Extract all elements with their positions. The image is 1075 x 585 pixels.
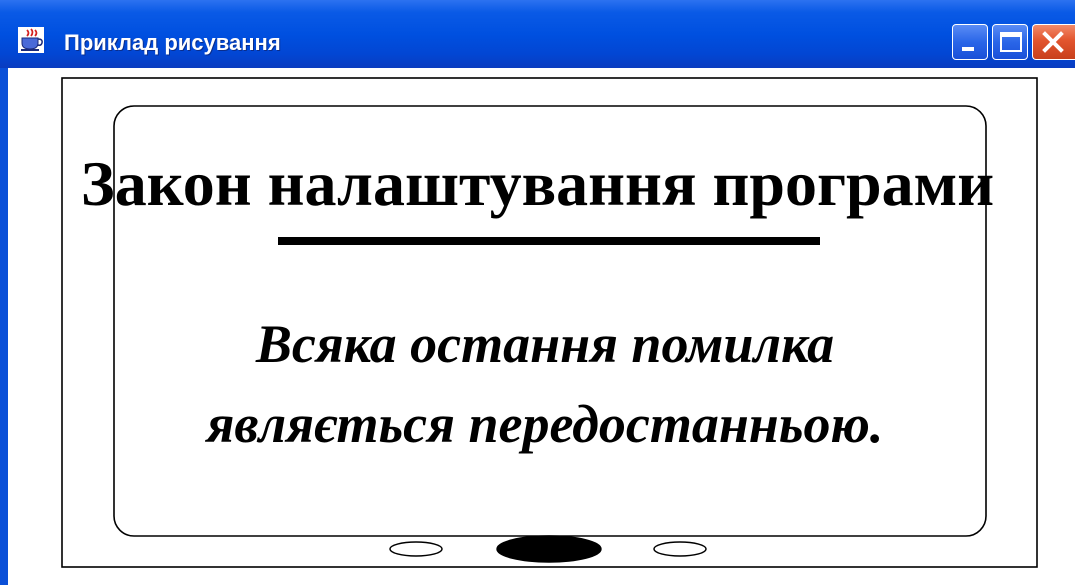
heading-underline	[278, 237, 820, 245]
drawing-heading: Закон налаштування програми	[80, 148, 995, 219]
left-indicator-light	[389, 541, 443, 557]
right-indicator-light	[653, 541, 707, 557]
quote-line-1: Всяка остання помилка	[255, 314, 835, 374]
drawing-canvas	[61, 77, 1038, 568]
quote-line-2: являється передостанньою.	[206, 394, 884, 454]
application-window: Приклад рисування Закон налаштування про…	[0, 0, 1075, 585]
center-indicator-light	[496, 535, 602, 563]
